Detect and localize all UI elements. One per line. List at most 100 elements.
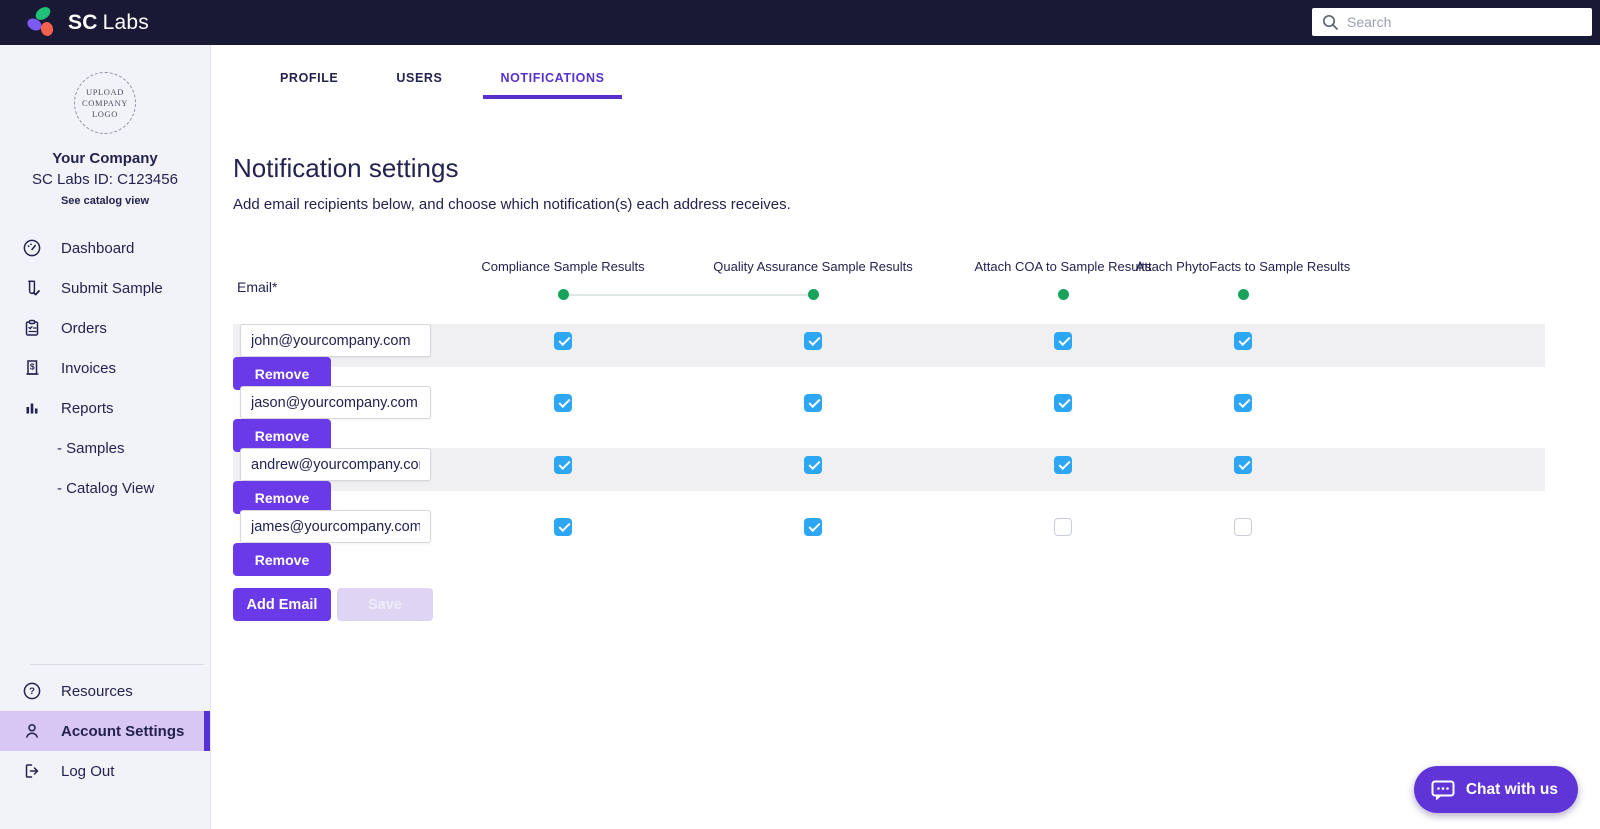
checkbox-attach-coa[interactable] (1054, 455, 1072, 474)
sidebar-item-reports[interactable]: Reports (0, 388, 210, 428)
company-id: SC Labs ID: C123456 (32, 171, 178, 188)
person-icon (26, 724, 38, 738)
column-header: Quality Assurance Sample Results (713, 259, 913, 274)
sidebar-item-label: Submit Sample (61, 279, 163, 297)
checkbox-attach-coa[interactable] (1054, 517, 1072, 536)
svg-text:$: $ (30, 361, 35, 371)
checkbox-attach-phytofacts[interactable] (1234, 331, 1252, 350)
column-header: Attach PhytoFacts to Sample Results (1135, 259, 1351, 274)
sidebar-item-label: Invoices (61, 359, 117, 377)
sidebar-bottom-group: ? Resources Account Settings Log Out (0, 664, 210, 829)
sidebar-item-label: Orders (61, 319, 107, 337)
upload-logo-line: LOGO (91, 108, 118, 119)
tab-bar: PROFILE USERS NOTIFICATIONS (263, 71, 1600, 99)
email-column-label: Email* (237, 279, 278, 295)
email-input[interactable] (240, 324, 431, 357)
sidebar-item-label: Account Settings (61, 722, 185, 740)
sidebar-subitem-label: - Catalog View (57, 479, 155, 497)
sidebar-item-submit-sample[interactable]: Submit Sample (0, 268, 210, 308)
table-row: Remove (233, 386, 1545, 452)
sidebar-item-label: Resources (61, 682, 133, 700)
table-row: Remove (233, 324, 1545, 390)
notifications-table-header: Email* Compliance Sample Results Quality… (233, 259, 1600, 300)
sidebar-item-invoices[interactable]: $ Invoices (0, 348, 210, 388)
sidebar-nav: Dashboard Submit Sample Orders $ Invoice… (0, 228, 210, 508)
svg-text:?: ? (29, 686, 35, 697)
sidebar: UPLOAD COMPANY LOGO Your Company SC Labs… (0, 45, 211, 829)
checkbox-compliance[interactable] (554, 455, 572, 474)
checkbox-attach-phytofacts[interactable] (1234, 393, 1252, 412)
save-button[interactable]: Save (337, 588, 433, 621)
checkbox-attach-coa[interactable] (1054, 331, 1072, 350)
sidebar-item-label: Log Out (61, 762, 115, 780)
see-catalog-view-link[interactable]: See catalog view (0, 195, 210, 207)
sidebar-subitem-samples[interactable]: - Samples (0, 428, 210, 468)
notifications-table-body: Remove Remove Remove (233, 324, 1600, 576)
sidebar-divider (30, 664, 204, 665)
table-row: Remove (233, 448, 1545, 514)
sidebar-item-dashboard[interactable]: Dashboard (0, 228, 210, 268)
submit-sample-icon (28, 280, 40, 296)
green-dot-indicator (1237, 288, 1249, 300)
search-icon (1322, 14, 1338, 30)
email-input[interactable] (240, 510, 431, 543)
sidebar-item-label: Dashboard (61, 239, 135, 257)
top-bar: SC Labs (0, 0, 1600, 45)
dashboard-icon (23, 239, 41, 257)
help-icon: ? (23, 682, 41, 700)
checkbox-quality-assurance[interactable] (804, 455, 822, 474)
invoices-icon: $ (26, 360, 39, 375)
checkbox-attach-phytofacts[interactable] (1234, 517, 1252, 536)
upload-logo-line: COMPANY (82, 97, 128, 108)
chat-bubble-icon (1431, 780, 1455, 800)
checkbox-quality-assurance[interactable] (804, 517, 822, 536)
search-box[interactable] (1312, 8, 1592, 36)
company-name: Your Company (52, 150, 158, 167)
tab-users[interactable]: USERS (379, 71, 459, 99)
add-email-button[interactable]: Add Email (233, 588, 331, 621)
sidebar-item-account-settings[interactable]: Account Settings (0, 711, 210, 751)
tab-profile[interactable]: PROFILE (263, 71, 355, 99)
brand-name: SC Labs (68, 11, 149, 35)
page-subtitle: Add email recipients below, and choose w… (233, 196, 791, 213)
chat-button-label: Chat with us (1465, 780, 1558, 798)
checkbox-attach-coa[interactable] (1054, 393, 1072, 412)
sidebar-item-label: Reports (61, 399, 114, 417)
checkbox-quality-assurance[interactable] (804, 331, 822, 350)
remove-button[interactable]: Remove (233, 543, 331, 576)
green-dot-indicator (1057, 288, 1069, 300)
green-dot-indicator (557, 288, 569, 300)
page-title: Notification settings (233, 153, 459, 183)
sidebar-item-orders[interactable]: Orders (0, 308, 210, 348)
orders-icon (25, 319, 39, 336)
column-dot-wrap (688, 288, 938, 300)
green-dot-indicator (807, 288, 819, 300)
logout-icon (25, 764, 39, 778)
action-buttons: Add Email Save (233, 588, 1600, 621)
sidebar-subitem-label: - Samples (57, 439, 125, 457)
upload-company-logo-button[interactable]: UPLOAD COMPANY LOGO (74, 72, 136, 134)
brand-name-bold: SC (68, 10, 98, 34)
checkbox-quality-assurance[interactable] (804, 393, 822, 412)
email-input[interactable] (240, 448, 431, 481)
checkbox-attach-phytofacts[interactable] (1234, 455, 1252, 474)
sidebar-item-log-out[interactable]: Log Out (0, 751, 210, 791)
brand-logo[interactable]: SC Labs (24, 3, 149, 40)
column-dot-wrap (1118, 288, 1368, 300)
table-row: Remove (233, 510, 1545, 576)
search-input[interactable] (1347, 14, 1582, 30)
checkbox-compliance[interactable] (554, 331, 572, 350)
email-input[interactable] (240, 386, 431, 419)
chat-with-us-button[interactable]: Chat with us (1413, 766, 1578, 813)
tab-notifications[interactable]: NOTIFICATIONS (483, 71, 622, 99)
checkbox-compliance[interactable] (554, 393, 572, 412)
column-header: Compliance Sample Results (481, 259, 645, 274)
checkbox-compliance[interactable] (554, 517, 572, 536)
sc-labs-logo-icon (24, 3, 58, 40)
sidebar-item-resources[interactable]: ? Resources (0, 671, 210, 711)
upload-logo-line: UPLOAD (85, 86, 125, 97)
brand-name-light: Labs (102, 10, 149, 34)
column-dot-wrap (438, 288, 813, 300)
reports-icon (26, 403, 38, 414)
sidebar-subitem-catalog-view[interactable]: - Catalog View (0, 468, 210, 508)
